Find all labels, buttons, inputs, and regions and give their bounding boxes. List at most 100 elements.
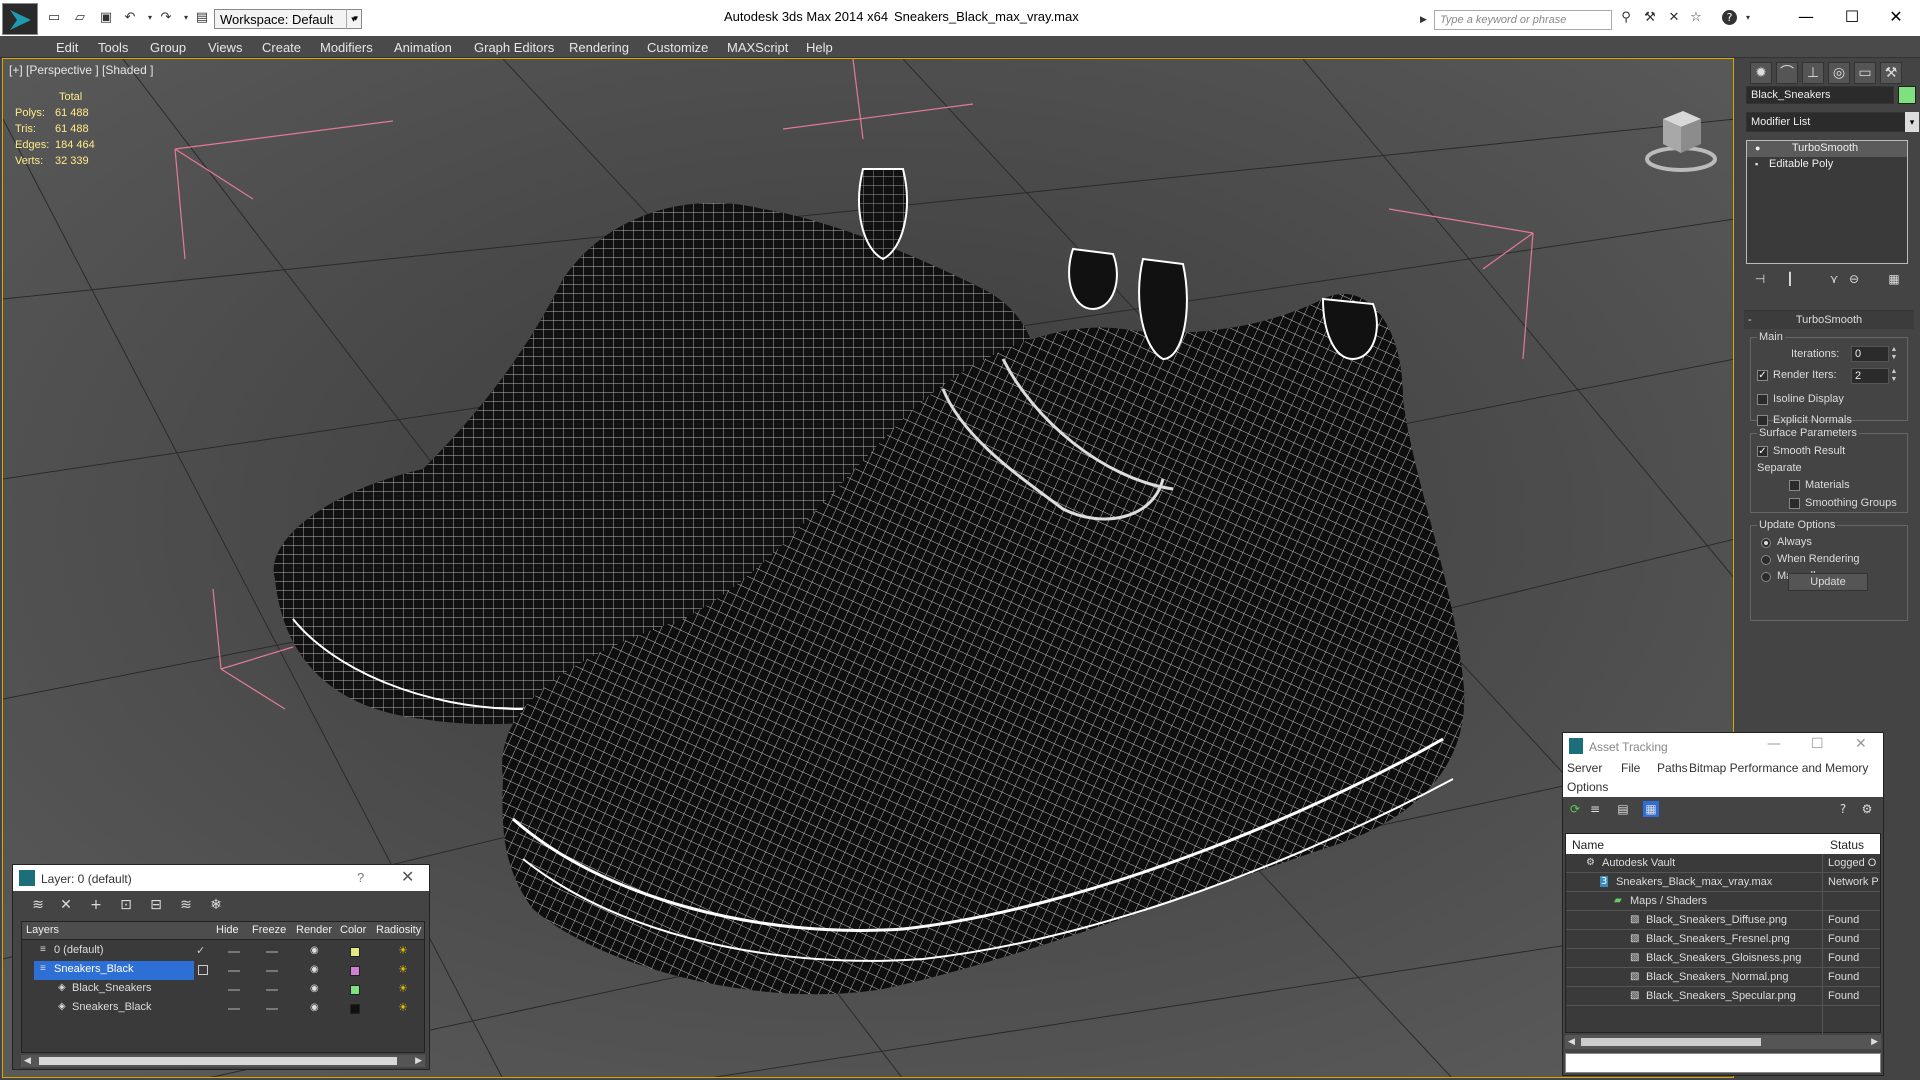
close-icon[interactable]: ✕	[401, 867, 414, 886]
minimize-button[interactable]: —	[1786, 4, 1826, 30]
asset-row[interactable]: ▧ Black_Sneakers_Diffuse.png Found	[1566, 911, 1880, 930]
always-radio[interactable]	[1761, 538, 1771, 548]
layer-row-sneakers-black[interactable]: ≡ Sneakers_Black ◉ ☀	[22, 961, 424, 980]
add-to-layer-icon[interactable]: +	[87, 896, 105, 914]
layer-color-swatch[interactable]	[350, 947, 360, 957]
scrollbar-thumb[interactable]	[1581, 1038, 1761, 1046]
object-color-swatch[interactable]	[1898, 86, 1916, 104]
column-freeze[interactable]: Freeze	[252, 924, 286, 936]
column-render[interactable]: Render	[296, 924, 332, 936]
layer-color-swatch[interactable]	[350, 1004, 360, 1014]
detail-view-icon[interactable]: ▤	[1615, 801, 1631, 817]
asset-menu-server[interactable]: Server	[1567, 761, 1602, 775]
help-dropdown-icon[interactable]: ▾	[1740, 10, 1756, 25]
iterations-spinner[interactable]: 0	[1851, 346, 1889, 362]
active-layer-check-icon[interactable]: ✓	[196, 944, 205, 957]
communication-center-icon[interactable]: ✕	[1666, 10, 1682, 25]
freeze-toggle[interactable]	[266, 970, 278, 972]
asset-window-titlebar[interactable]: Asset Tracking — ☐ ✕	[1563, 733, 1883, 759]
render-iters-checkbox[interactable]: ✓	[1757, 370, 1768, 381]
hide-toggle[interactable]	[228, 989, 240, 991]
search-input[interactable]: Type a keyword or phrase	[1434, 10, 1612, 30]
hide-toggle[interactable]	[228, 1008, 240, 1010]
asset-row[interactable]: ▧ Black_Sneakers_Gloisness.png Found	[1566, 949, 1880, 968]
undo-dropdown-icon[interactable]: ▾	[142, 10, 158, 25]
delete-layer-icon[interactable]: ✕	[57, 896, 75, 914]
column-name[interactable]: Name	[1572, 838, 1604, 852]
quick-access-customize-icon[interactable]: ▾	[346, 9, 360, 29]
asset-row[interactable]: ▧ Black_Sneakers_Specular.png Found	[1566, 987, 1880, 1006]
render-teapot-icon[interactable]: ◉	[310, 945, 322, 957]
smooth-result-checkbox[interactable]: ✓	[1757, 446, 1768, 457]
close-icon[interactable]: ✕	[1855, 736, 1867, 752]
render-teapot-icon[interactable]: ◉	[310, 983, 322, 995]
undo-icon[interactable]: ↶	[122, 10, 138, 25]
object-name-field[interactable]: Black_Sneakers	[1746, 86, 1894, 104]
asset-row[interactable]: ▰ Maps / Shaders	[1566, 892, 1880, 911]
column-hide[interactable]: Hide	[216, 924, 239, 936]
layer-color-swatch[interactable]	[350, 966, 360, 976]
highlight-layer-icon[interactable]: ⊟	[147, 896, 165, 914]
set-active-layer-box[interactable]	[198, 965, 208, 975]
viewport-label[interactable]: [+] [Perspective ] [Shaded ]	[9, 63, 153, 77]
modifier-list-dropdown[interactable]: Modifier List ▾	[1746, 112, 1919, 132]
radiosity-icon[interactable]: ☀	[398, 983, 410, 995]
save-file-icon[interactable]: ▣	[98, 10, 114, 25]
list-view-icon[interactable]: ≡	[1587, 801, 1603, 817]
scroll-left-icon[interactable]: ◀	[1568, 1036, 1575, 1047]
hierarchy-tab-icon[interactable]: ⊥	[1802, 62, 1824, 84]
asset-row[interactable]: ▧ Black_Sneakers_Fresnel.png Found	[1566, 930, 1880, 949]
lightbulb-icon[interactable]: ●	[1755, 143, 1760, 153]
menu-tools[interactable]: Tools	[98, 40, 128, 55]
menu-maxscript[interactable]: MAXScript	[727, 40, 788, 55]
asset-menu-options[interactable]: Options	[1567, 780, 1608, 794]
search-expand-icon[interactable]: ▶	[1420, 14, 1427, 25]
layer-window-titlebar[interactable]: Layer: 0 (default) ? ✕	[13, 865, 429, 891]
hide-toggle[interactable]	[228, 970, 240, 972]
maximize-icon[interactable]: ☐	[1811, 736, 1824, 752]
asset-row[interactable]: ▧ Black_Sneakers_Normal.png Found	[1566, 968, 1880, 987]
help-icon[interactable]: ?	[357, 870, 364, 885]
spinner-arrows-icon[interactable]: ▲ ▼	[1889, 368, 1899, 384]
render-teapot-icon[interactable]: ◉	[310, 1002, 322, 1014]
hide-all-icon[interactable]: ≋	[177, 896, 195, 914]
render-iters-spinner[interactable]: 2	[1851, 368, 1889, 384]
freeze-toggle[interactable]	[266, 951, 278, 953]
asset-menu-file[interactable]: File	[1621, 761, 1640, 775]
update-button[interactable]: Update	[1788, 573, 1868, 591]
create-tab-icon[interactable]: ✹	[1750, 62, 1772, 84]
select-objects-icon[interactable]: ⊡	[117, 896, 135, 914]
horizontal-scrollbar[interactable]: ◀ ▶	[21, 1055, 425, 1067]
materials-checkbox[interactable]	[1789, 480, 1800, 491]
column-radiosity[interactable]: Radiosity	[376, 924, 421, 936]
workspace-dropdown[interactable]: Workspace: Default ▾	[214, 9, 362, 29]
new-file-icon[interactable]: ▭	[46, 10, 62, 25]
stack-item-editable-poly[interactable]: ▪ Editable Poly	[1747, 157, 1907, 173]
configure-sets-icon[interactable]: ▦	[1886, 270, 1902, 288]
manually-radio[interactable]	[1761, 572, 1771, 582]
stack-item-turbosmooth[interactable]: ● TurboSmooth	[1747, 141, 1907, 157]
menu-animation[interactable]: Animation	[394, 40, 452, 55]
radiosity-icon[interactable]: ☀	[398, 964, 410, 976]
menu-group[interactable]: Group	[150, 40, 186, 55]
menu-modifiers[interactable]: Modifiers	[320, 40, 373, 55]
modify-tab-icon[interactable]: ⌒	[1776, 62, 1798, 84]
motion-tab-icon[interactable]: ◎	[1828, 62, 1850, 84]
column-layers[interactable]: Layers	[26, 924, 59, 936]
layer-row-object-sneakers-black[interactable]: ◈ Sneakers_Black ◉ ☀	[22, 999, 424, 1018]
menu-graph-editors[interactable]: Graph Editors	[474, 40, 554, 55]
menu-create[interactable]: Create	[262, 40, 301, 55]
freeze-all-icon[interactable]: ❄	[207, 896, 225, 914]
hide-toggle[interactable]	[228, 951, 240, 953]
open-file-icon[interactable]: ▱	[72, 10, 88, 25]
layer-row-object-black-sneakers[interactable]: ◈ Black_Sneakers ◉ ☀	[22, 980, 424, 999]
asset-menu-paths[interactable]: Paths	[1657, 761, 1688, 775]
isoline-display-checkbox[interactable]	[1757, 394, 1768, 405]
layer-row-default[interactable]: ≡ 0 (default) ✓ ◉ ☀	[22, 942, 424, 961]
project-folder-icon[interactable]: ▤	[194, 10, 210, 25]
column-color[interactable]: Color	[340, 924, 366, 936]
binoculars-icon[interactable]: ⚲	[1618, 10, 1634, 25]
freeze-toggle[interactable]	[266, 1008, 278, 1010]
smoothing-groups-checkbox[interactable]	[1789, 498, 1800, 509]
rollout-header[interactable]: - TurboSmooth	[1744, 311, 1914, 329]
